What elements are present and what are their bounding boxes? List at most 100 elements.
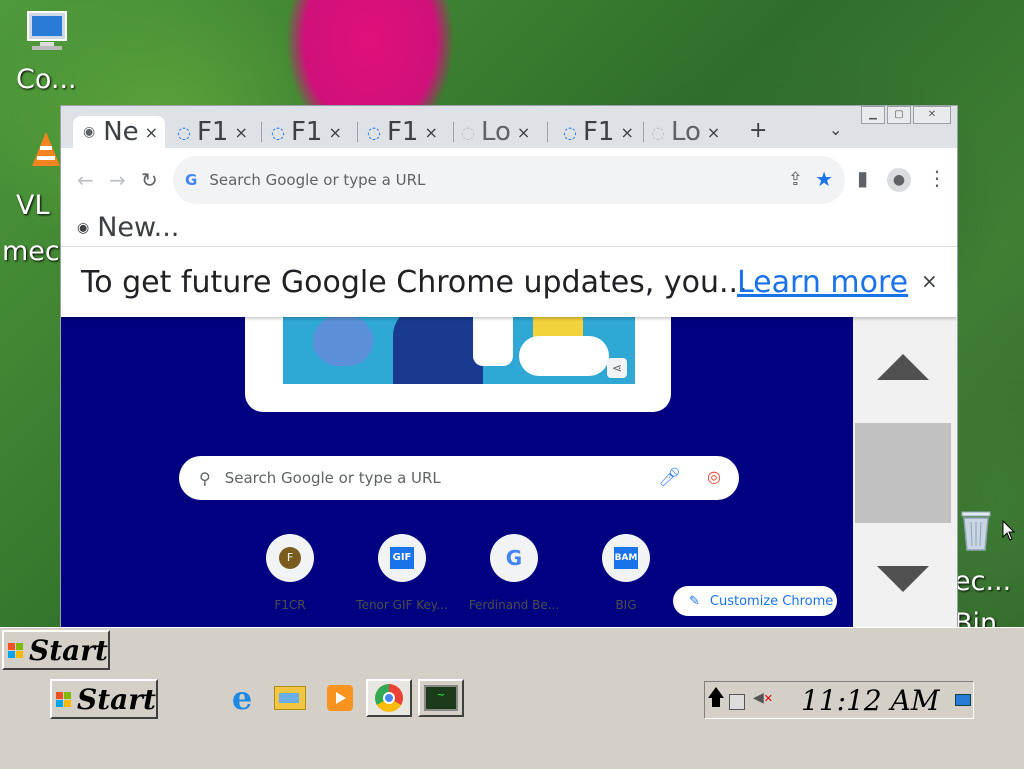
infobar-message: To get future Google Chrome updates, you… [81,265,748,300]
internet-explorer-icon[interactable]: e [224,679,260,717]
microphone-icon[interactable]: 🎤︎ [658,467,681,488]
forward-icon[interactable]: → [109,168,126,192]
start-button[interactable]: Start [2,630,110,670]
tab-f1-2[interactable]: ◌ F1 × [271,116,342,148]
scroll-down-arrow-icon[interactable] [877,566,929,592]
windows-logo-icon [8,642,23,658]
system-tray: ◀✕ 11:12 AM [704,681,974,719]
windows-logo-icon [56,691,71,707]
shortcut-label: BIG [615,598,637,612]
tab-close-icon[interactable]: × [234,123,247,142]
shortcut-favicon: BAM [602,534,650,582]
google-doodle[interactable]: ⋖ [283,306,635,384]
profile-avatar-icon[interactable]: ● [887,168,911,192]
computer-icon [27,11,67,50]
desktop-icon-label: Co... [16,64,77,95]
close-window-button[interactable]: ✕ [913,106,951,124]
bookmark-item[interactable]: ◉ New... [77,212,179,243]
taskbar: Start Start e ~ ◀✕ 11:12 AM [0,627,1024,769]
shortcut-tile[interactable]: G Ferdinand Be... [459,534,569,612]
shortcut-favicon: GIF [378,534,426,582]
tab-f1-3[interactable]: ◌ F1 × [367,116,438,148]
tab-title: F1 [386,117,419,147]
side-panel-icon[interactable]: ▮ [857,166,868,190]
customize-chrome-label: Customize Chrome [709,593,834,609]
pencil-icon: ✎ [689,593,700,609]
action-center-icon[interactable] [707,686,725,708]
tab-close-icon[interactable]: × [517,123,530,142]
tab-new-tab[interactable]: ◉ Ne × [73,116,165,148]
loading-icon: ◌ [367,122,381,142]
infobar-close-button[interactable]: × [921,269,938,293]
learn-more-link[interactable]: Learn more [737,265,908,300]
address-bar[interactable]: G Search Google or type a URL ⇪ ★ [173,156,845,204]
tab-strip: ◉ Ne × ◌ F1 × ◌ F1 × ◌ F1 × ◌ Lo × ◌ F1 … [61,106,957,148]
tab-close-icon[interactable]: × [328,123,341,142]
shortcut-label: Ferdinand Be... [468,598,560,612]
tab-search-button[interactable]: ⌄ [829,120,842,139]
globe-icon: ◉ [77,219,90,236]
desktop-icon-label: ec... [954,566,1012,597]
shortcut-label: F1CR [274,598,306,612]
taskbar-clock[interactable]: 11:12 AM [801,684,939,717]
tab-close-icon[interactable]: × [145,123,158,142]
new-tab-page: ⋖ ⚲ Search Google or type a URL 🎤︎ ◎ F F… [61,306,853,628]
volume-muted-icon[interactable]: ◀✕ [753,690,773,706]
ntp-search-box[interactable]: ⚲ Search Google or type a URL 🎤︎ ◎ [179,456,739,500]
bookmark-star-icon[interactable]: ★ [815,167,833,191]
scroll-thumb[interactable] [855,423,951,523]
update-infobar: To get future Google Chrome updates, you… [61,246,957,317]
shortcut-favicon: G [490,534,538,582]
scroll-up-arrow-icon[interactable] [877,354,929,380]
tab-close-icon[interactable]: × [424,123,437,142]
chrome-taskbar-icon[interactable] [366,679,412,717]
bookmark-label: New... [97,212,180,243]
shortcut-tile[interactable]: BAM BIG [571,534,681,612]
show-desktop-icon[interactable] [955,694,971,706]
back-icon[interactable]: ← [77,168,94,192]
tab-title: Lo [480,117,511,147]
loading-icon: ◌ [461,122,475,142]
shortcut-favicon-icon: GIF [390,547,414,569]
customize-chrome-button[interactable]: ✎ Customize Chrome [673,586,837,616]
shortcut-favicon-icon: BAM [614,547,638,569]
shortcut-tile[interactable]: GIF Tenor GIF Key... [347,534,457,612]
share-doodle-icon[interactable]: ⋖ [607,358,627,378]
shortcut-tile[interactable]: F F1CR [235,534,345,612]
minimize-button[interactable]: ▁ [861,106,885,124]
tab-close-icon[interactable]: × [707,123,720,142]
start-label: Start [77,682,156,716]
network-icon[interactable] [729,694,745,710]
tab-loading-1[interactable]: ◌ Lo × [461,116,530,148]
shortcut-label: Tenor GIF Key... [356,598,448,612]
task-manager-icon[interactable]: ~ [418,679,464,717]
mouse-cursor-icon [1002,520,1016,541]
new-tab-button[interactable]: + [749,118,767,143]
tab-loading-2[interactable]: ◌ Lo × [651,116,720,148]
tab-title: F1 [196,117,229,147]
desktop-icon-label: VL [16,190,50,221]
reload-icon[interactable]: ↻ [141,168,158,192]
file-explorer-icon[interactable] [272,680,308,716]
tab-title: Ne [103,117,139,147]
start-label: Start [29,633,108,667]
tab-f1-1[interactable]: ◌ F1 × [177,116,248,148]
google-g-icon: G [185,171,198,189]
lens-camera-icon[interactable]: ◎ [707,467,721,486]
tab-f1-4[interactable]: ◌ F1 × [563,116,634,148]
loading-icon: ◌ [177,122,191,142]
loading-icon: ◌ [271,122,285,142]
loading-icon: ◌ [563,122,577,142]
start-button-secondary[interactable]: Start [50,679,158,719]
tab-close-icon[interactable]: × [620,123,633,142]
google-g-icon: G [505,546,523,570]
ntp-search-placeholder: Search Google or type a URL [224,469,441,487]
menu-kebab-icon[interactable]: ⋮ [927,166,947,190]
vertical-scrollbar[interactable] [853,316,957,628]
shortcut-favicon-icon: F [279,547,301,569]
maximize-button[interactable]: ▢ [887,106,911,124]
share-icon[interactable]: ⇪ [788,169,803,190]
desktop-icon-label-2: mec [2,236,60,267]
media-player-icon[interactable] [322,680,358,716]
tab-title: F1 [582,117,615,147]
